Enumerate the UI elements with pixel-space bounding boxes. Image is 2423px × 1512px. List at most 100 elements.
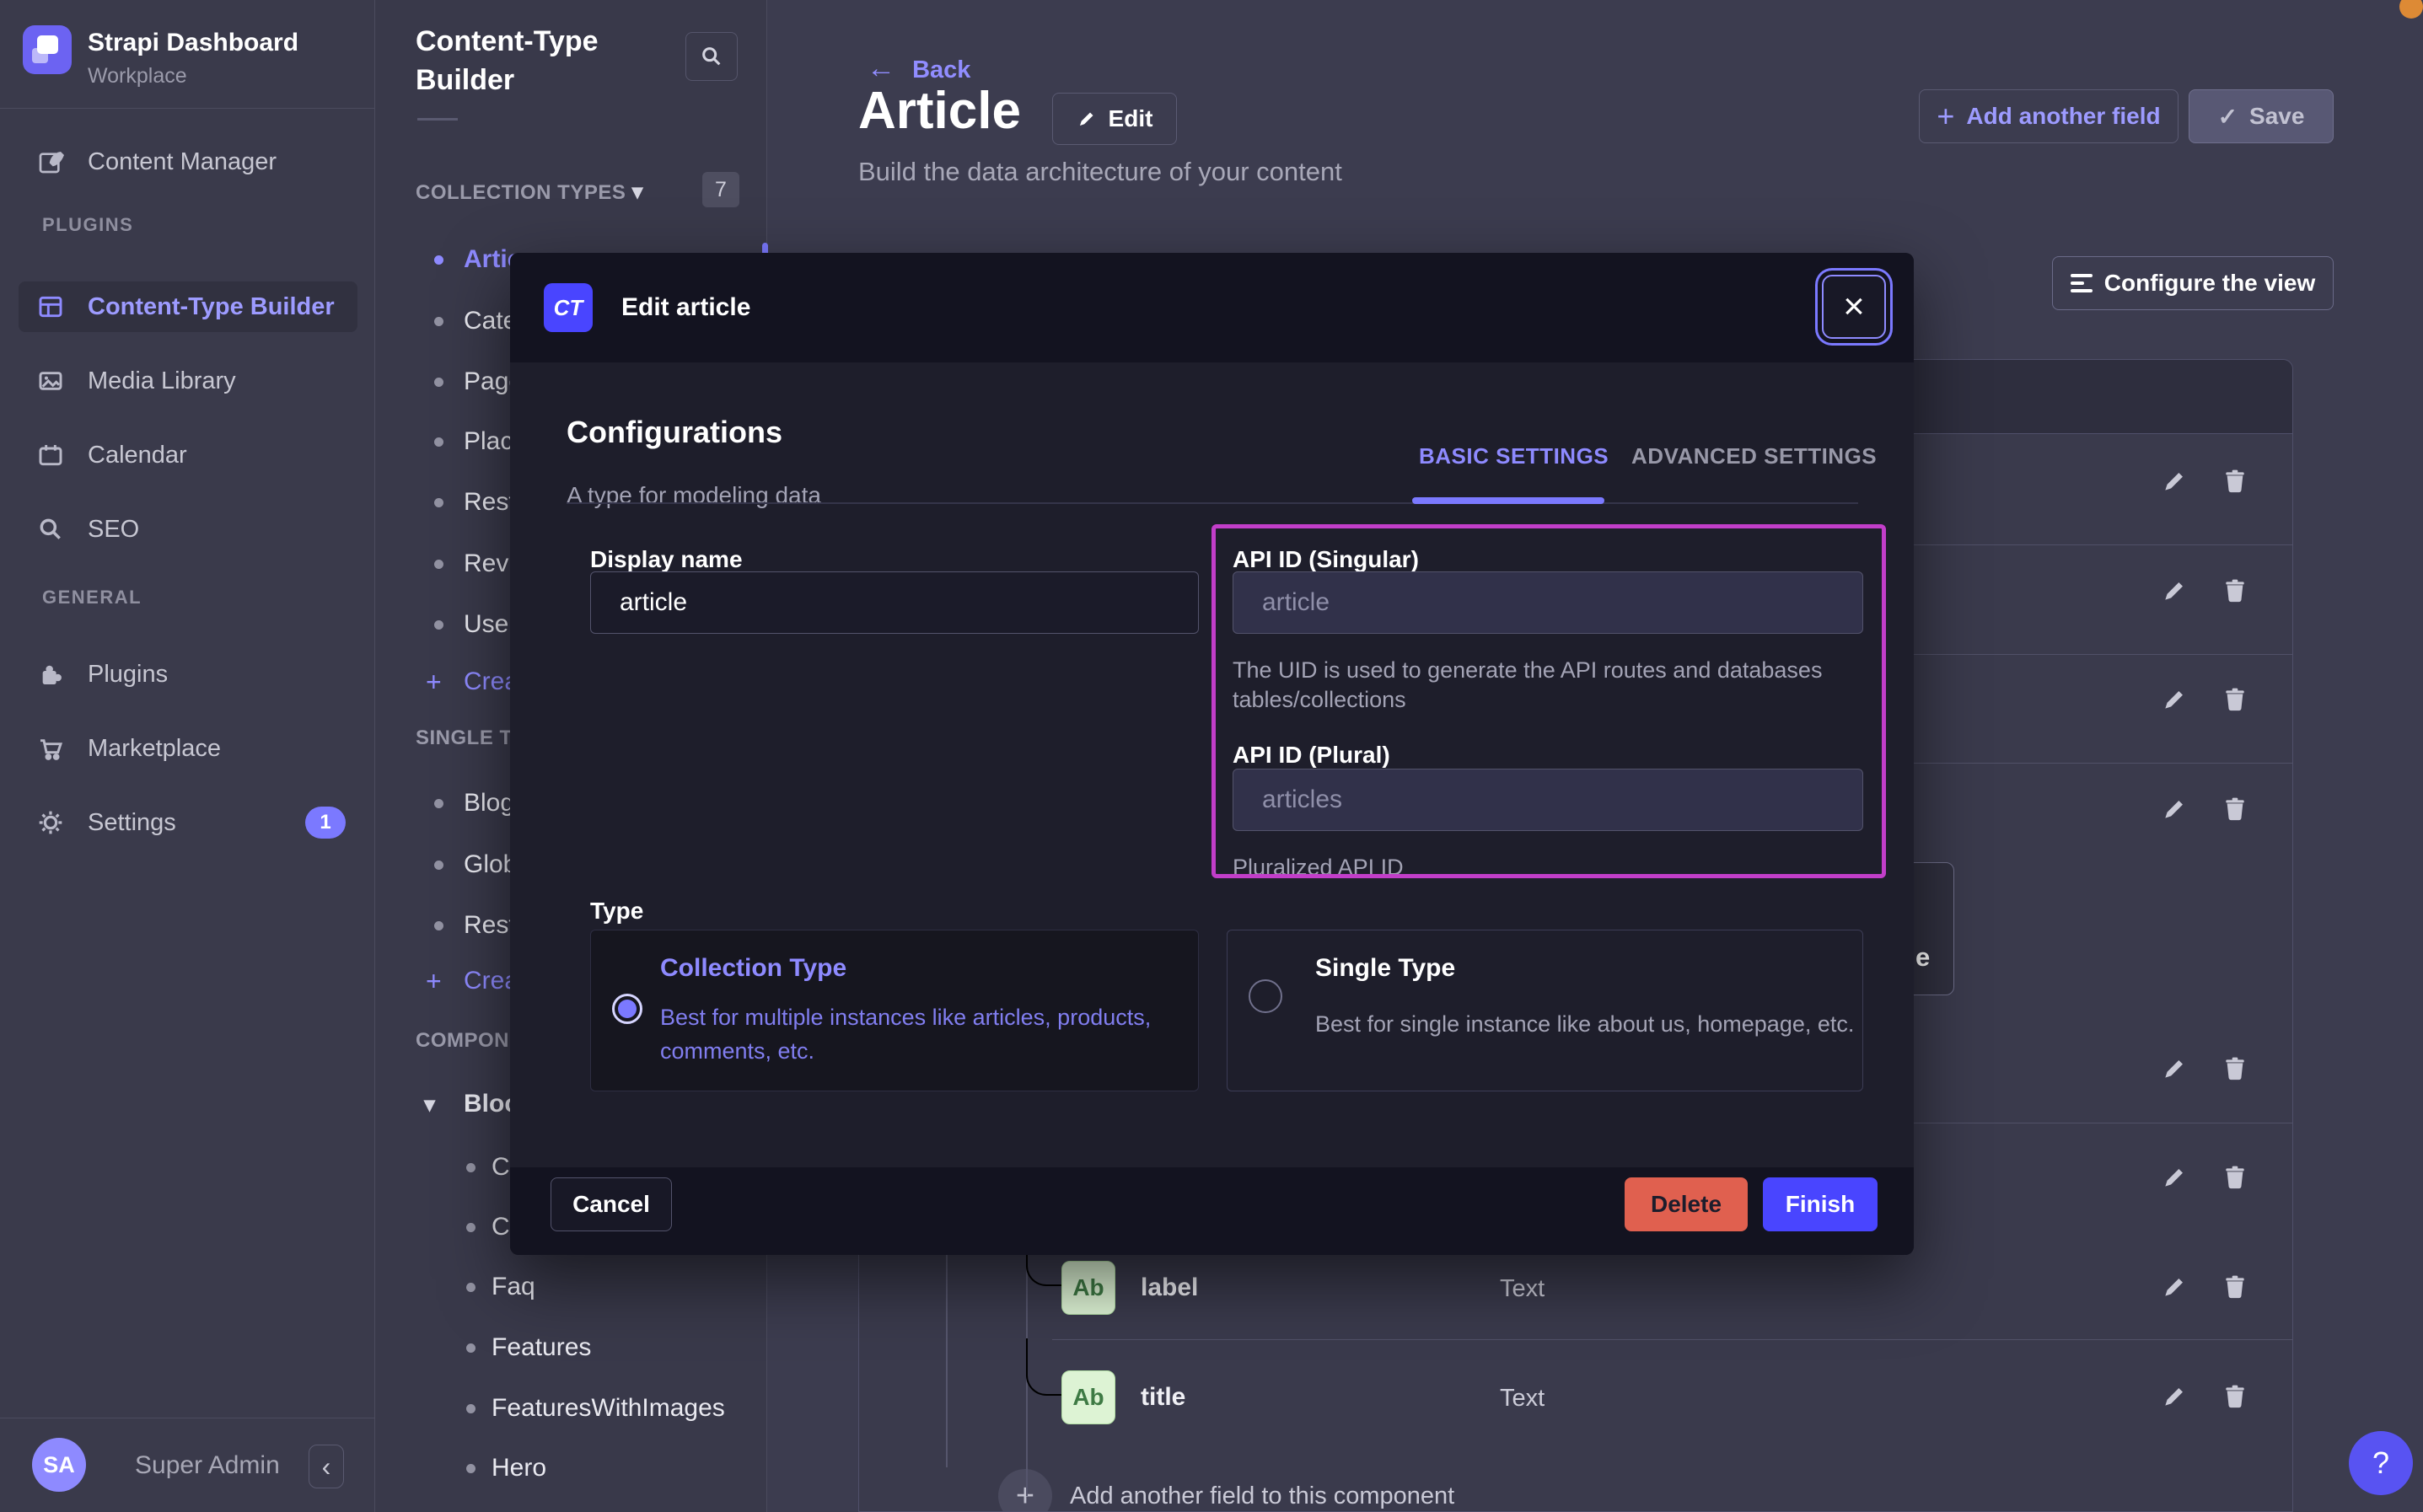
modal-title: Edit article [621, 293, 750, 322]
sidebar-item-calendar[interactable]: Calendar [88, 440, 187, 470]
active-tab-indicator [1412, 497, 1604, 504]
delete-row-button[interactable] [2222, 468, 2248, 495]
api-id-singular-input[interactable]: article [1233, 571, 1863, 634]
display-name-label: Display name [590, 546, 743, 573]
plus-icon: + [426, 966, 442, 996]
tree-guide-line [946, 1255, 948, 1467]
check-icon: ✓ [2218, 103, 2238, 131]
configurations-subheading: A type for modeling data [567, 482, 821, 509]
save-button[interactable]: ✓ Save [2189, 89, 2334, 143]
help-button[interactable]: ? [2349, 1431, 2413, 1495]
configure-the-view-button[interactable]: Configure the view [2052, 256, 2334, 310]
sidebar-item-content-manager[interactable]: Content Manager [88, 147, 277, 177]
app-title: Strapi Dashboard [88, 29, 298, 57]
tree-elbow [1026, 1338, 1061, 1396]
search-button[interactable] [685, 32, 738, 81]
add-field-to-component-label[interactable]: Add another field to this component [1070, 1483, 1454, 1510]
type-label: Type [590, 898, 643, 925]
chevron-left-icon: ‹ [322, 1451, 331, 1483]
configurations-heading: Configurations [567, 415, 782, 450]
sidebar-item-plugins[interactable]: Plugins [88, 659, 168, 689]
field-name: title [1141, 1383, 1185, 1412]
edit-row-button[interactable] [2161, 686, 2188, 713]
app-window: Strapi Dashboard Workplace Content Manag… [0, 0, 2423, 1512]
content-type-builder-icon [37, 293, 64, 320]
field-type-badge: Ab [1061, 1370, 1115, 1424]
strapi-logo-icon [23, 25, 72, 74]
delete-row-button[interactable] [2222, 1055, 2248, 1082]
edit-row-button[interactable] [2161, 577, 2188, 604]
add-another-field-button[interactable]: + Add another field [1919, 89, 2179, 143]
api-id-singular-help: The UID is used to generate the API rout… [1233, 656, 1848, 715]
component-item[interactable]: Features [375, 1332, 767, 1363]
components-header[interactable]: COMPONE [416, 1029, 524, 1053]
radio-unselected-icon[interactable] [1249, 979, 1282, 1013]
caret-down-icon: ▾ [424, 1089, 435, 1119]
settings-gear-icon [37, 809, 64, 836]
edit-row-button[interactable] [2161, 468, 2188, 495]
delete-row-button[interactable] [2222, 1164, 2248, 1191]
collection-type-option[interactable]: Collection Type Best for multiple instan… [590, 930, 1199, 1091]
truncated-text: e [1915, 942, 1930, 973]
api-id-plural-input[interactable]: articles [1233, 769, 1863, 831]
api-id-singular-label: API ID (Singular) [1233, 546, 1419, 573]
back-arrow-icon: ← [867, 52, 895, 84]
workspace-label: Workplace [88, 64, 187, 88]
seo-search-icon [37, 516, 64, 543]
divider [0, 108, 375, 109]
general-section-header: GENERAL [42, 587, 142, 609]
close-button[interactable]: × [1822, 275, 1886, 339]
edit-row-button[interactable] [2161, 1273, 2188, 1300]
modal-footer: Cancel Delete Finish [510, 1167, 1914, 1255]
caret-down-icon: ▾ [632, 179, 644, 204]
main-sidebar: Strapi Dashboard Workplace Content Manag… [0, 0, 375, 1512]
marketplace-cart-icon [37, 735, 64, 762]
single-type-option[interactable]: Single Type Best for single instance lik… [1227, 930, 1863, 1091]
row-divider [1052, 1339, 2293, 1340]
component-item[interactable]: Faq [375, 1272, 767, 1302]
avatar[interactable]: SA [32, 1438, 86, 1492]
cancel-button[interactable]: Cancel [551, 1177, 672, 1231]
delete-row-button[interactable] [2222, 686, 2248, 713]
plugins-puzzle-icon [37, 661, 64, 688]
tab-advanced-settings[interactable]: ADVANCED SETTINGS [1631, 443, 1877, 469]
add-field-to-component-button[interactable]: + [998, 1469, 1052, 1512]
sidebar-item-marketplace[interactable]: Marketplace [88, 733, 221, 764]
plus-icon: + [1016, 1478, 1034, 1512]
media-library-icon [37, 367, 64, 394]
edit-button[interactable]: Edit [1052, 93, 1177, 145]
field-type: Text [1500, 1275, 1545, 1303]
collapse-sidebar-button[interactable]: ‹ [309, 1445, 344, 1488]
delete-row-button[interactable] [2222, 1273, 2248, 1300]
edit-row-button[interactable] [2161, 1164, 2188, 1191]
sidebar-item-media-library[interactable]: Media Library [88, 366, 236, 396]
page-subtitle: Build the data architecture of your cont… [858, 157, 1342, 187]
settings-badge: 1 [305, 807, 346, 839]
finish-button[interactable]: Finish [1763, 1177, 1878, 1231]
component-item[interactable]: Hero [375, 1453, 767, 1483]
plus-icon: + [1937, 99, 1954, 134]
calendar-icon [37, 442, 64, 469]
plugins-section-header: PLUGINS [42, 214, 133, 236]
delete-row-button[interactable] [2222, 1383, 2248, 1410]
display-name-input[interactable]: article [590, 571, 1199, 634]
sidebar-item-seo[interactable]: SEO [88, 514, 139, 544]
edit-row-button[interactable] [2161, 1055, 2188, 1082]
delete-button[interactable]: Delete [1625, 1177, 1748, 1231]
pencil-icon [1077, 109, 1097, 129]
notification-dot [2399, 0, 2423, 19]
edit-row-button[interactable] [2161, 796, 2188, 823]
component-item[interactable]: FeaturesWithImages [375, 1393, 767, 1424]
delete-row-button[interactable] [2222, 796, 2248, 823]
field-name: label [1141, 1273, 1198, 1302]
tab-basic-settings[interactable]: BASIC SETTINGS [1419, 443, 1609, 469]
sidebar-item-settings[interactable]: Settings [88, 807, 176, 838]
api-id-plural-label: API ID (Plural) [1233, 742, 1390, 769]
delete-row-button[interactable] [2222, 577, 2248, 604]
collection-types-header[interactable]: COLLECTION TYPES ▾ [416, 179, 643, 205]
edit-row-button[interactable] [2161, 1383, 2188, 1410]
edit-article-modal: CT Edit article × Configurations A type … [510, 253, 1914, 1255]
page-title: Article [858, 81, 1021, 141]
radio-selected-icon[interactable] [612, 994, 642, 1024]
panel-title: Content-Type Builder [416, 22, 677, 99]
